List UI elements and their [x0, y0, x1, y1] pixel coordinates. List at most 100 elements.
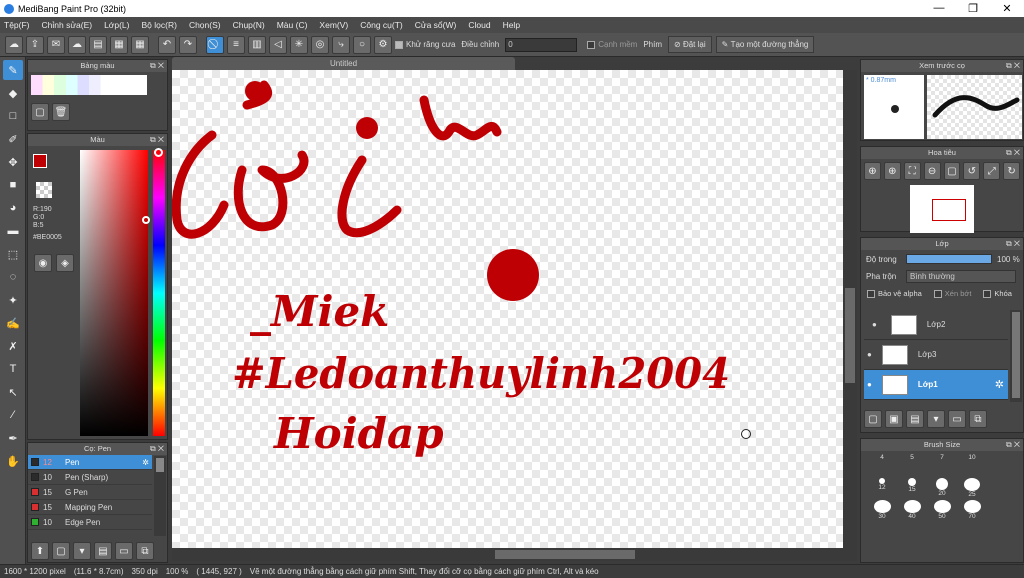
menu-help[interactable]: Help — [503, 20, 520, 30]
duplicate-layer-icon[interactable]: ⧉ — [969, 410, 987, 428]
brush-copy-icon[interactable]: ⧉ — [136, 542, 154, 560]
panel-close-icon[interactable]: ⧉ ✕ — [1006, 238, 1020, 250]
fit-window-icon[interactable]: ⛶ — [903, 162, 921, 180]
grid-icon[interactable]: ▦ — [131, 35, 149, 54]
delete-color-icon[interactable]: 🗑 — [52, 103, 70, 121]
brush-list-scrollbar[interactable] — [154, 456, 166, 536]
divide-tool-icon[interactable]: ⁄ — [3, 405, 23, 425]
parallel-snap-icon[interactable]: ≡ — [227, 35, 245, 54]
menu-edit[interactable]: Chỉnh sửa(E) — [42, 20, 93, 30]
primary-color-swatch[interactable] — [33, 154, 47, 168]
magic-wand-tool-icon[interactable]: ✦ — [3, 290, 23, 310]
brush-size-cell[interactable]: 4 — [867, 454, 897, 476]
panel-close-icon[interactable]: ⧉ ✕ — [1006, 147, 1020, 159]
close-button[interactable]: ✕ — [990, 2, 1024, 15]
menu-snap[interactable]: Chụp(N) — [233, 20, 265, 30]
new-layer-icon[interactable]: ▢ — [864, 410, 882, 428]
menu-color[interactable]: Màu (C) — [277, 20, 308, 30]
menu-view[interactable]: Xem(V) — [319, 20, 348, 30]
color-picker-icon[interactable]: ◈ — [56, 254, 74, 272]
share-icon[interactable]: ⇪ — [26, 35, 44, 54]
zoom-in-icon[interactable]: ⊕ — [864, 162, 881, 180]
rotate-right-icon[interactable]: ↻ — [1003, 162, 1020, 180]
minimize-button[interactable]: — — [922, 2, 956, 15]
brush-size-cell[interactable]: 5 — [897, 454, 927, 476]
curve-snap-icon[interactable]: ⤷ — [332, 35, 350, 54]
move-tool-icon[interactable]: ✥ — [3, 152, 23, 172]
eye-icon[interactable]: ● — [867, 350, 872, 359]
select-eraser-tool-icon[interactable]: ✗ — [3, 336, 23, 356]
panel-close-icon[interactable]: ⧉ ✕ — [150, 134, 164, 146]
add-color-icon[interactable]: ▢ — [31, 103, 49, 121]
brush-settings-icon[interactable]: ✲ — [142, 458, 149, 467]
new-halftone-layer-icon[interactable]: ▣ — [885, 410, 903, 428]
color-wheel-icon[interactable]: ◉ — [34, 254, 52, 272]
eyedropper-tool-icon[interactable]: ✒ — [3, 428, 23, 448]
panel-close-icon[interactable]: ⧉ ✕ — [150, 60, 164, 72]
redo-icon[interactable]: ↷ — [179, 35, 197, 54]
smooth-edge-checkbox[interactable] — [587, 40, 596, 49]
brush-size-cell[interactable]: 7 — [927, 454, 957, 476]
circle-snap-icon[interactable]: ○ — [353, 35, 371, 54]
fill-shape-tool-icon[interactable]: ■ — [3, 175, 23, 195]
sv-picker-handle[interactable] — [142, 216, 150, 224]
brush-size-cell[interactable]: 70 — [957, 498, 987, 520]
panel-close-icon[interactable]: ⧉ ✕ — [1006, 439, 1020, 451]
new-brush-icon[interactable]: ▢ — [52, 542, 70, 560]
brush-size-cell[interactable]: 10 — [957, 454, 987, 476]
bucket-tool-icon[interactable]: ◕ — [3, 198, 23, 218]
concentric-snap-icon[interactable]: ◎ — [311, 35, 329, 54]
layer-row[interactable]: ● Lớp3 — [864, 340, 1008, 370]
hand-tool-icon[interactable]: ✋ — [3, 451, 23, 471]
drawing-canvas[interactable]: _Miek #Ledoanthuylinh2004 Hoidap — [172, 70, 843, 548]
reset-button[interactable]: ⊘ Đặt lại — [668, 36, 712, 53]
canvas-horizontal-scrollbar[interactable] — [172, 548, 857, 561]
zoom-out-icon[interactable]: ⊖ — [923, 162, 941, 180]
hue-slider-handle[interactable] — [154, 148, 163, 157]
panel-close-icon[interactable]: ⧉ ✕ — [150, 443, 164, 455]
zoom-in-icon[interactable]: ⊕ — [883, 162, 901, 180]
vanishing-snap-icon[interactable]: ◁ — [269, 35, 287, 54]
saturation-value-square[interactable] — [80, 150, 148, 436]
document-tab[interactable]: Untitled — [172, 57, 515, 70]
comment-icon[interactable]: ✉ — [47, 35, 65, 54]
menu-tools[interactable]: Công cụ(T) — [360, 20, 403, 30]
transparent-color-swatch[interactable] — [36, 182, 52, 198]
eye-icon[interactable]: ● — [872, 320, 877, 329]
actual-size-icon[interactable]: ▢ — [943, 162, 961, 180]
brush-size-cell[interactable]: 50 — [927, 498, 957, 520]
antialias-checkbox[interactable] — [395, 40, 403, 49]
brush-folder-icon[interactable]: ▭ — [115, 542, 133, 560]
document-icon[interactable]: ▤ — [89, 35, 107, 54]
add-layer-menu-icon[interactable]: ▾ — [927, 410, 945, 428]
panel-close-icon[interactable]: ⧉ ✕ — [1006, 60, 1020, 72]
layer-list-scrollbar[interactable] — [1010, 310, 1022, 402]
add-brush-icon[interactable]: ⬆ — [31, 542, 49, 560]
hue-slider[interactable] — [153, 150, 165, 436]
protect-alpha-checkbox[interactable] — [867, 289, 875, 298]
layer-settings-icon[interactable]: ✲ — [995, 378, 1004, 391]
maximize-button[interactable]: ❐ — [956, 2, 990, 15]
eraser-tool-icon[interactable]: ◆ — [3, 83, 23, 103]
lasso-tool-icon[interactable]: ◌ — [3, 267, 23, 287]
brush-size-cell[interactable]: 25 — [957, 476, 987, 498]
blend-select[interactable]: Bình thường — [906, 270, 1016, 283]
undo-icon[interactable]: ↶ — [158, 35, 176, 54]
select-pen-tool-icon[interactable]: ✍ — [3, 313, 23, 333]
menu-file[interactable]: Tệp(F) — [4, 20, 30, 30]
brush-size-cell[interactable]: 40 — [897, 498, 927, 520]
operation-tool-icon[interactable]: ↖ — [3, 382, 23, 402]
make-line-button[interactable]: ✎ Tạo một đường thẳng — [715, 36, 815, 53]
menu-cloud[interactable]: Cloud — [468, 20, 490, 30]
rectangle-tool-icon[interactable]: □ — [3, 106, 23, 126]
new-8bit-layer-icon[interactable]: ▤ — [906, 410, 924, 428]
brush-item[interactable]: 15 G Pen — [28, 485, 152, 500]
snap-off-icon[interactable]: ⃠ — [206, 35, 224, 54]
cross-snap-icon[interactable]: ▥ — [248, 35, 266, 54]
fit-canvas-icon[interactable]: ⤢ — [983, 162, 1001, 180]
palette-swatches[interactable] — [31, 75, 147, 95]
clip-checkbox[interactable] — [933, 289, 942, 298]
menu-select[interactable]: Chọn(S) — [189, 20, 221, 30]
navigator-thumbnail[interactable] — [910, 185, 974, 233]
select-tool-icon[interactable]: ⬚ — [3, 244, 23, 264]
